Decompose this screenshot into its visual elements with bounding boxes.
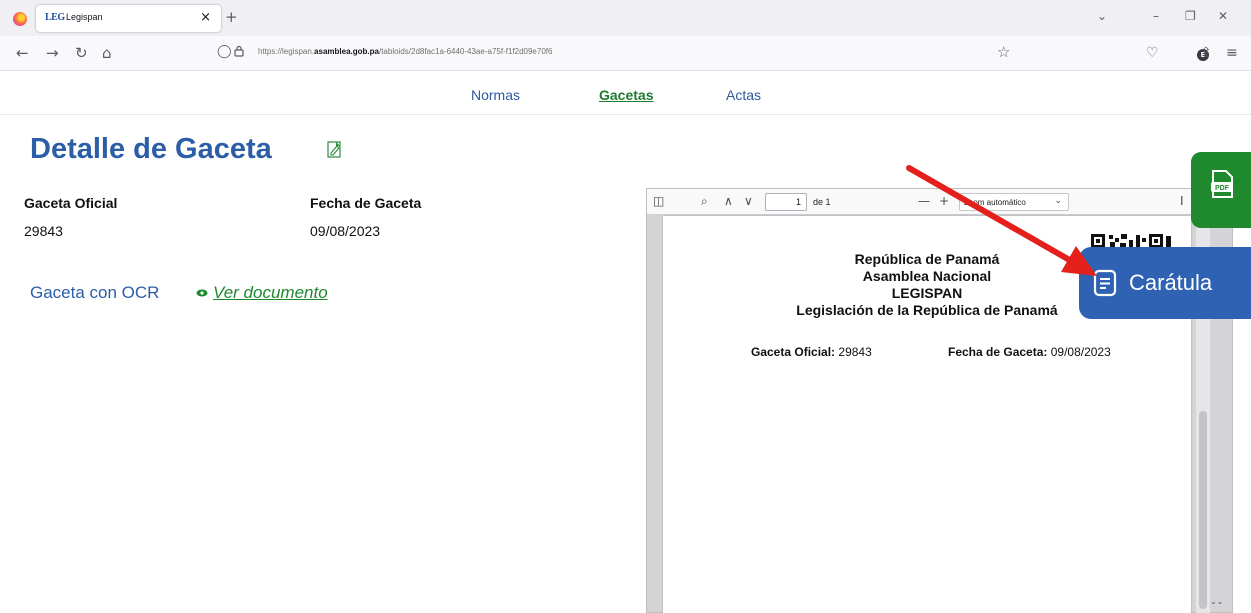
pdf-file-icon: PDF	[1211, 170, 1233, 198]
page-number-input[interactable]: 1	[765, 193, 807, 211]
eye-icon[interactable]	[196, 289, 208, 297]
pdf-viewer-toolbar: ◫ ⌕ ∧ ∨ 1 de 1 — + Zoom automático ⌄ I ✎	[647, 189, 1232, 215]
browser-nav-bar: ← → ↻ ⌂ ◯ https://legispan.asamblea.gob.…	[0, 36, 1251, 71]
caratula-button[interactable]: Carátula	[1079, 247, 1251, 319]
window-close-icon[interactable]: ✕	[1218, 9, 1228, 23]
firefox-icon[interactable]	[13, 12, 27, 26]
legispan-favicon-icon: LEG	[45, 12, 65, 23]
restore-icon[interactable]: ❐	[1185, 9, 1196, 23]
scroll-down-arrows-icon[interactable]: ⌄⌄	[1210, 597, 1223, 606]
pdf-badge-label: PDF	[1215, 185, 1230, 192]
page-total: de 1	[813, 197, 831, 207]
gaceta-oficial-label: Gaceta Oficial	[24, 195, 118, 211]
list-tabs-icon[interactable]: ⌄	[1097, 9, 1107, 23]
gaceta-oficial-value: 29843	[24, 223, 63, 239]
download-pdf-button[interactable]: PDF	[1191, 152, 1251, 228]
lock-icon[interactable]	[233, 45, 245, 57]
tab-title: Legispan	[66, 12, 103, 22]
forward-icon[interactable]: →	[46, 44, 59, 62]
zoom-value: Zoom automático	[964, 198, 1026, 207]
previous-page-icon[interactable]: ∧	[724, 194, 733, 208]
bookmark-star-icon[interactable]: ☆	[997, 43, 1010, 61]
doc-fecha-field: Fecha de Gaceta: 09/08/2023	[948, 345, 1111, 359]
caratula-label: Carátula	[1129, 270, 1213, 295]
menu-icon[interactable]: ≡	[1226, 45, 1238, 61]
gaceta-ocr-label: Gaceta con OCR	[30, 283, 160, 302]
url-bar[interactable]: ◯ https://legispan.asamblea.gob.pa/tablo…	[207, 41, 1017, 65]
fecha-gaceta-label: Fecha de Gaceta	[310, 195, 422, 211]
browser-tab-bar: LEG Legispan × + ⌄ – ❐ ✕	[0, 0, 1251, 36]
sidebar-toggle-icon[interactable]: ◫	[653, 194, 664, 208]
nav-actas[interactable]: Actas	[726, 87, 761, 103]
next-page-icon[interactable]: ∨	[744, 194, 753, 208]
nav-normas[interactable]: Normas	[471, 87, 520, 103]
home-icon[interactable]: ⌂	[102, 44, 112, 62]
fecha-gaceta-value: 09/08/2023	[310, 223, 381, 239]
pocket-icon[interactable]: ♡	[1146, 45, 1159, 61]
back-icon[interactable]: ←	[16, 44, 29, 62]
tab-close-icon[interactable]: ×	[200, 10, 211, 25]
ver-documento-link[interactable]: Ver documento	[213, 283, 328, 303]
nav-gacetas[interactable]: Gacetas	[599, 87, 653, 103]
zoom-out-icon[interactable]: —	[918, 194, 930, 208]
scrollbar-thumb[interactable]	[1199, 411, 1207, 609]
pdf-document-icon[interactable]	[327, 141, 343, 159]
zoom-in-icon[interactable]: +	[939, 194, 949, 208]
chevron-down-icon: ⌄	[1054, 196, 1062, 206]
doc-gaceta-field: Gaceta Oficial: 29843	[751, 345, 872, 359]
text-tool-icon[interactable]: I	[1180, 194, 1184, 208]
minimize-icon[interactable]: –	[1153, 9, 1159, 23]
url-text[interactable]: https://legispan.asamblea.gob.pa/tabloid…	[258, 47, 552, 56]
zoom-select[interactable]: Zoom automático ⌄	[959, 193, 1069, 211]
site-nav: Normas Gacetas Actas	[0, 71, 1251, 115]
reload-icon[interactable]: ↻	[75, 44, 88, 62]
new-tab-icon[interactable]: +	[225, 8, 238, 26]
tracking-shield-icon[interactable]: ◯	[217, 44, 232, 59]
find-icon[interactable]: ⌕	[701, 194, 708, 209]
extensions-icon[interactable]: ⇪	[1200, 45, 1212, 61]
document-lines-icon	[1093, 269, 1117, 297]
page-title: Detalle de Gaceta	[30, 133, 272, 165]
browser-tab-legispan[interactable]: LEG Legispan ×	[36, 5, 221, 32]
